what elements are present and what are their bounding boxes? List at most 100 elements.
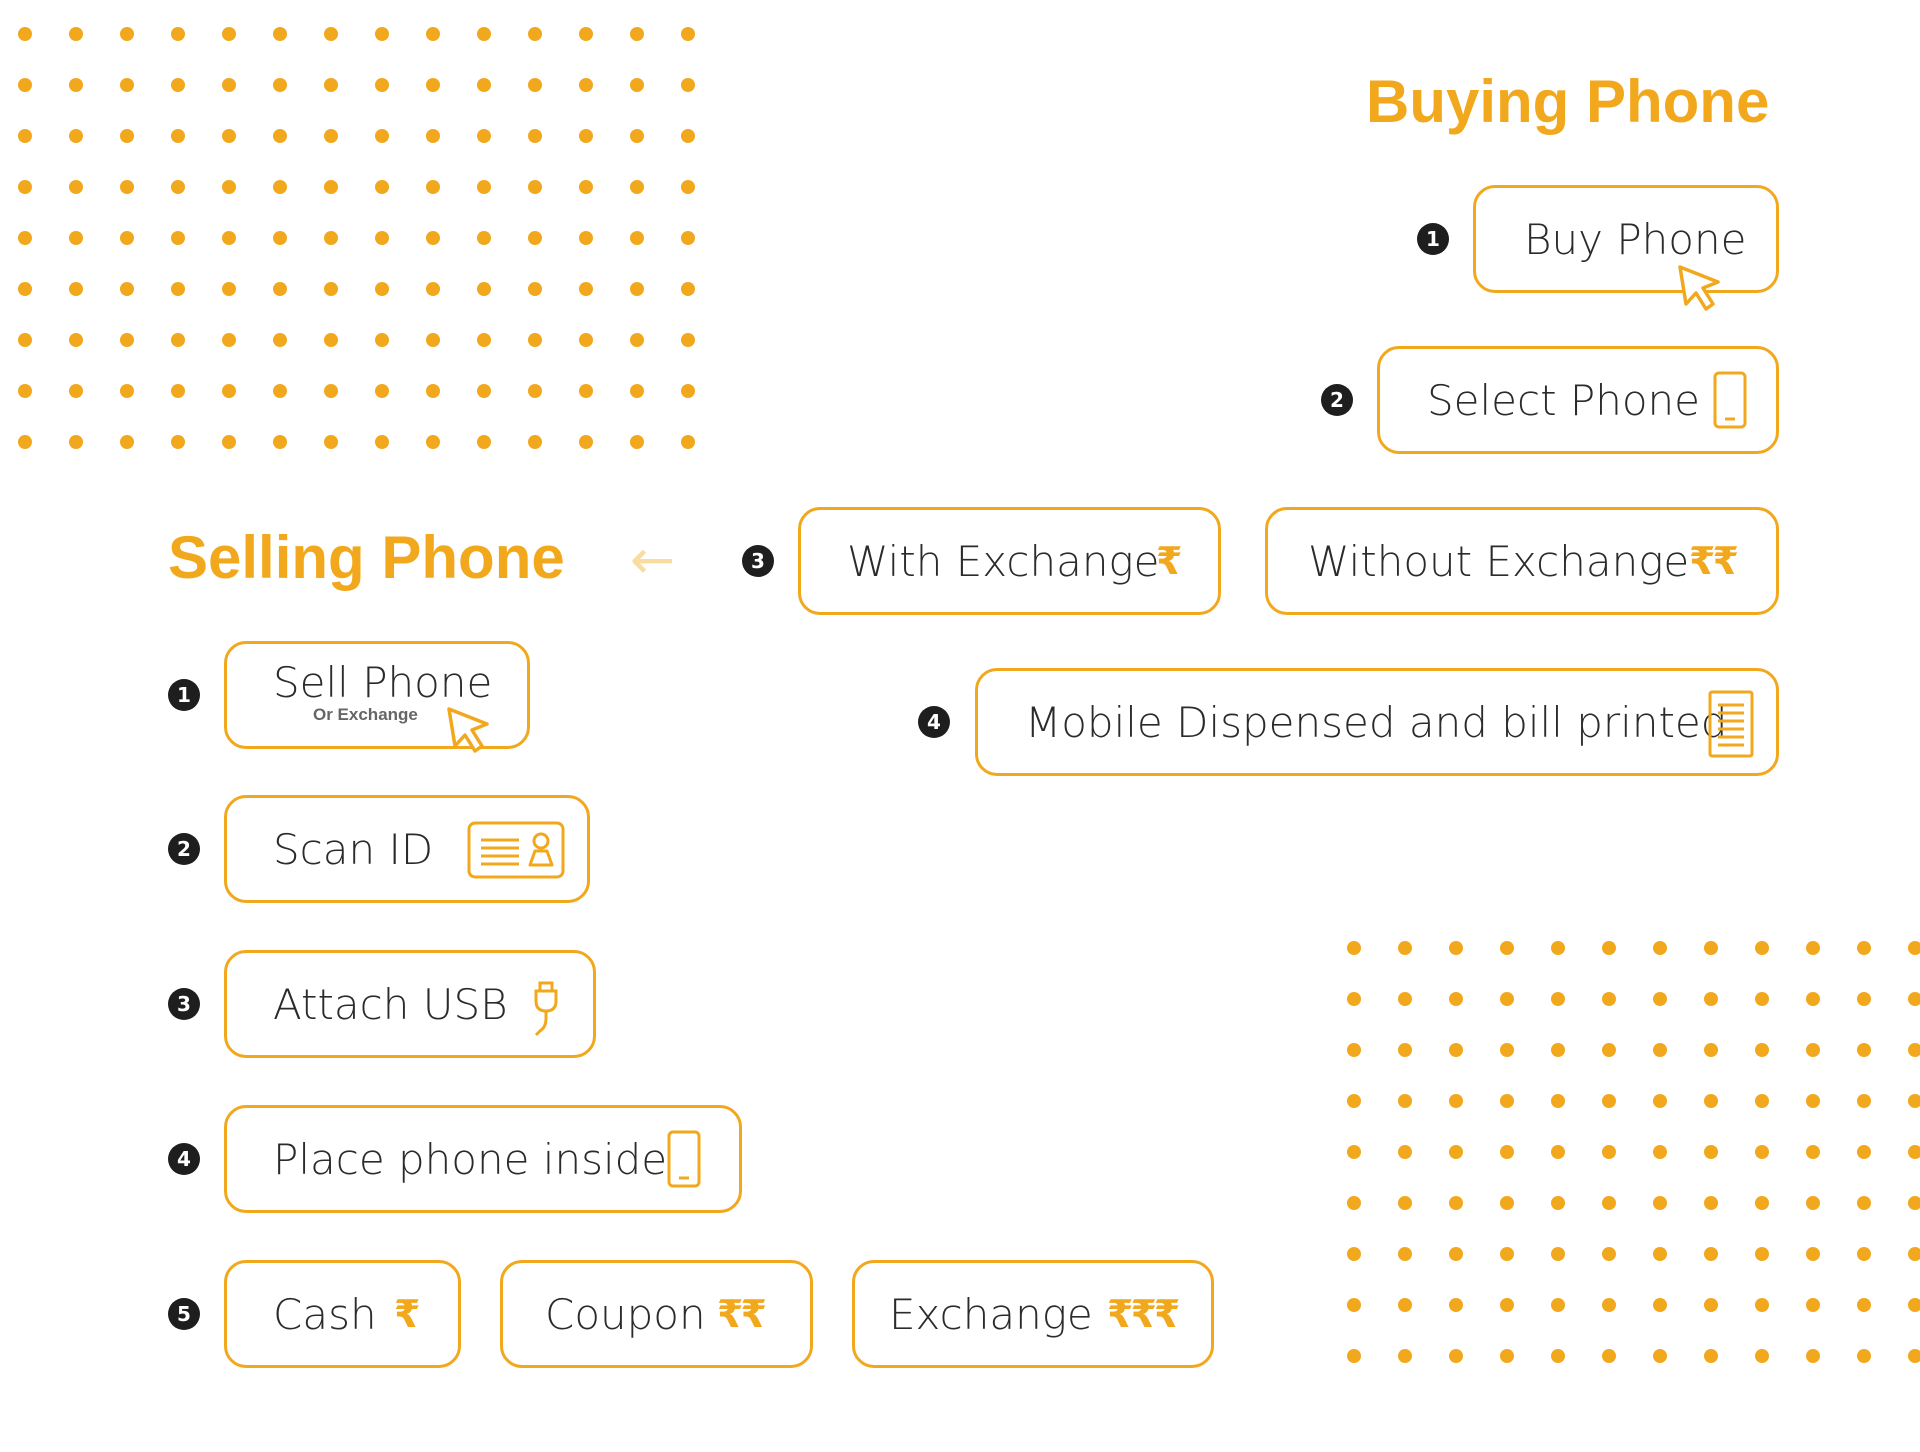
cash-button[interactable]: Cash ₹ (224, 1260, 461, 1368)
dot (1449, 1043, 1463, 1057)
dot (1347, 1247, 1361, 1261)
dot (528, 282, 542, 296)
cursor-icon (447, 707, 489, 753)
sell-step-4-badge: 4 (168, 1143, 200, 1175)
dot (69, 435, 83, 449)
dot (1602, 1196, 1616, 1210)
dot (1602, 1298, 1616, 1312)
dot (1551, 1094, 1565, 1108)
dot (528, 180, 542, 194)
place-phone-inside-label: Place phone inside (273, 1134, 668, 1184)
dot (681, 282, 695, 296)
dot (1602, 1349, 1616, 1363)
dot (1347, 1094, 1361, 1108)
dot (120, 231, 134, 245)
dot (477, 180, 491, 194)
dot (1908, 1043, 1920, 1057)
dot (579, 384, 593, 398)
exchange-button[interactable]: Exchange ₹₹₹ (852, 1260, 1214, 1368)
dot (477, 435, 491, 449)
dot (324, 333, 338, 347)
dot (222, 333, 236, 347)
dot (324, 282, 338, 296)
dot (681, 435, 695, 449)
select-phone-button[interactable]: Select Phone (1377, 346, 1779, 454)
dot (1551, 1145, 1565, 1159)
dot (1704, 941, 1718, 955)
dot (1602, 1043, 1616, 1057)
dot (222, 282, 236, 296)
dot (1551, 1349, 1565, 1363)
dot (1908, 1196, 1920, 1210)
dot (273, 384, 287, 398)
scan-id-button[interactable]: Scan ID (224, 795, 590, 903)
dot (1500, 1145, 1514, 1159)
dot (1857, 1043, 1871, 1057)
coupon-button[interactable]: Coupon ₹₹ (500, 1260, 813, 1368)
dot (18, 180, 32, 194)
attach-usb-button[interactable]: Attach USB (224, 950, 596, 1058)
dot (681, 333, 695, 347)
dot (1347, 1196, 1361, 1210)
sell-phone-button[interactable]: Sell Phone Or Exchange (224, 641, 530, 753)
dot (681, 180, 695, 194)
buy-phone-button[interactable]: Buy Phone (1473, 185, 1779, 311)
dot (630, 78, 644, 92)
dot (222, 384, 236, 398)
dot (222, 27, 236, 41)
dot (1398, 1298, 1412, 1312)
dot (1653, 1094, 1667, 1108)
dot (18, 384, 32, 398)
with-exchange-button[interactable]: With Exchange ₹ (798, 507, 1221, 615)
dot (120, 27, 134, 41)
dot (1755, 1349, 1769, 1363)
dot (426, 435, 440, 449)
dot (1755, 992, 1769, 1006)
dot (1908, 1145, 1920, 1159)
double-rupee-icon: ₹₹ (717, 1292, 767, 1336)
dot (1449, 1349, 1463, 1363)
mobile-dispensed-button[interactable]: Mobile Dispensed and bill printed (975, 668, 1779, 776)
dot (120, 435, 134, 449)
dot (1704, 992, 1718, 1006)
dot (426, 180, 440, 194)
rupee-icon: ₹ (1156, 539, 1183, 583)
dot (1704, 1196, 1718, 1210)
dot (1398, 1247, 1412, 1261)
dot (1653, 1247, 1667, 1261)
dot (171, 435, 185, 449)
dot (1449, 1247, 1463, 1261)
dot (1857, 992, 1871, 1006)
select-phone-label: Select Phone (1427, 375, 1701, 425)
dot (1398, 1043, 1412, 1057)
dot (579, 180, 593, 194)
dot (477, 333, 491, 347)
place-phone-inside-button[interactable]: Place phone inside (224, 1105, 742, 1213)
dot (1449, 1196, 1463, 1210)
dot (1653, 1349, 1667, 1363)
dot (375, 27, 389, 41)
dot (1755, 941, 1769, 955)
without-exchange-button[interactable]: Without Exchange ₹₹ (1265, 507, 1779, 615)
dot (1857, 1298, 1871, 1312)
dot (324, 27, 338, 41)
dot (171, 27, 185, 41)
dot (579, 333, 593, 347)
dot (1755, 1247, 1769, 1261)
dot (1806, 1349, 1820, 1363)
dot (18, 27, 32, 41)
dot (69, 282, 83, 296)
dot (273, 78, 287, 92)
dot (375, 180, 389, 194)
dot (273, 231, 287, 245)
dot (1500, 992, 1514, 1006)
dot (630, 180, 644, 194)
dot (1398, 1094, 1412, 1108)
dot (171, 180, 185, 194)
dot (1398, 1349, 1412, 1363)
dot (1500, 1094, 1514, 1108)
dot (375, 435, 389, 449)
dot (324, 129, 338, 143)
dot (222, 78, 236, 92)
dot (171, 129, 185, 143)
